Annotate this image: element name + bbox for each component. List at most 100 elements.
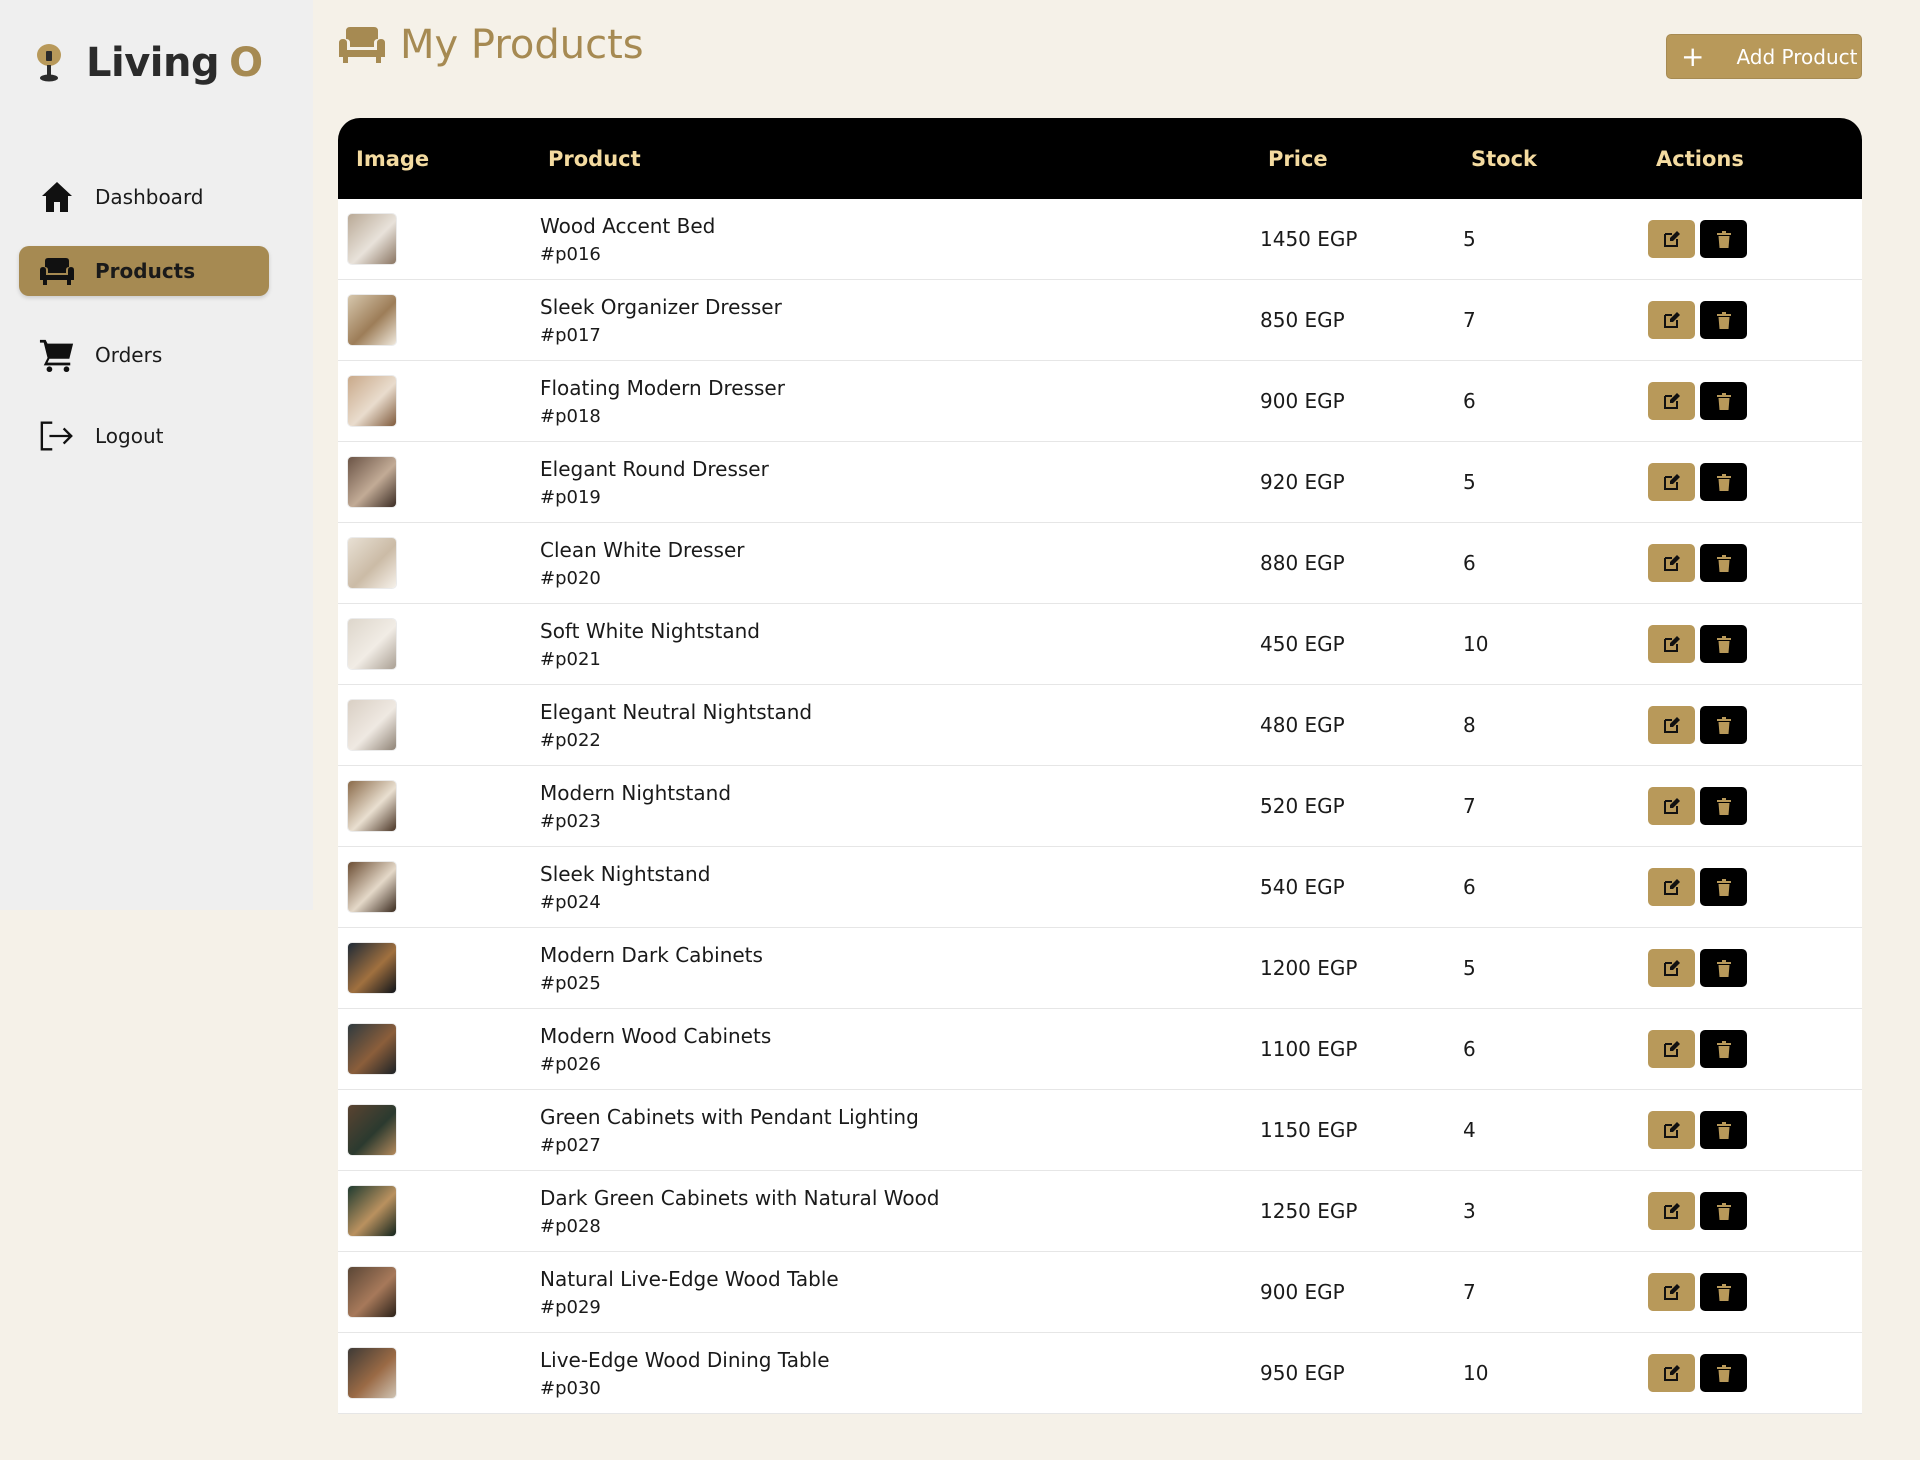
trash-icon xyxy=(1716,716,1731,734)
table-row: Wood Accent Bed #p016 1450 EGP 5 xyxy=(338,199,1862,280)
edit-button[interactable] xyxy=(1648,1273,1695,1311)
actions-cell xyxy=(1648,928,1752,1008)
delete-button[interactable] xyxy=(1700,1192,1747,1230)
edit-button[interactable] xyxy=(1648,301,1695,339)
product-cell: Elegant Round Dresser #p019 xyxy=(540,442,769,522)
product-thumbnail xyxy=(348,1024,396,1074)
actions-cell xyxy=(1648,1333,1752,1413)
edit-button[interactable] xyxy=(1648,1354,1695,1392)
product-cell: Soft White Nightstand #p021 xyxy=(540,604,760,684)
trash-icon xyxy=(1716,311,1731,329)
table-row: Green Cabinets with Pendant Lighting #p0… xyxy=(338,1090,1862,1171)
product-name: Natural Live-Edge Wood Table xyxy=(540,1266,839,1291)
edit-button[interactable] xyxy=(1648,382,1695,420)
sidebar: Living O Dashboard Products Orders Logou… xyxy=(0,0,313,910)
lamp-icon xyxy=(37,44,61,82)
edit-button[interactable] xyxy=(1648,949,1695,987)
actions-cell xyxy=(1648,361,1752,441)
sidebar-item-logout[interactable]: Logout xyxy=(19,411,269,461)
edit-button[interactable] xyxy=(1648,1192,1695,1230)
product-id: #p025 xyxy=(540,972,601,994)
image-cell xyxy=(348,442,396,522)
sidebar-item-orders[interactable]: Orders xyxy=(19,330,269,380)
image-cell xyxy=(348,1252,396,1332)
delete-button[interactable] xyxy=(1700,301,1747,339)
product-id: #p018 xyxy=(540,405,601,427)
stock-cell: 6 xyxy=(1463,875,1476,899)
price-cell: 950 EGP xyxy=(1260,1361,1345,1385)
edit-button[interactable] xyxy=(1648,220,1695,258)
stock-cell: 6 xyxy=(1463,551,1476,575)
edit-button[interactable] xyxy=(1648,625,1695,663)
logout-icon xyxy=(39,418,75,454)
delete-button[interactable] xyxy=(1700,949,1747,987)
product-id: #p026 xyxy=(540,1053,601,1075)
delete-button[interactable] xyxy=(1700,787,1747,825)
trash-icon xyxy=(1716,1364,1731,1382)
delete-button[interactable] xyxy=(1700,544,1747,582)
edit-button[interactable] xyxy=(1648,868,1695,906)
delete-button[interactable] xyxy=(1700,625,1747,663)
product-id: #p027 xyxy=(540,1134,601,1156)
delete-button[interactable] xyxy=(1700,868,1747,906)
edit-button[interactable] xyxy=(1648,1030,1695,1068)
trash-icon xyxy=(1716,878,1731,896)
image-cell xyxy=(348,1171,396,1251)
actions-cell xyxy=(1648,1009,1752,1089)
trash-icon xyxy=(1716,635,1731,653)
image-cell xyxy=(348,199,396,279)
edit-button[interactable] xyxy=(1648,1111,1695,1149)
table-row: Soft White Nightstand #p021 450 EGP 10 xyxy=(338,604,1862,685)
delete-button[interactable] xyxy=(1700,1354,1747,1392)
image-cell xyxy=(348,523,396,603)
edit-icon xyxy=(1663,393,1680,409)
add-product-button[interactable]: + Add Product xyxy=(1666,34,1862,79)
price-cell: 1450 EGP xyxy=(1260,227,1358,251)
edit-button[interactable] xyxy=(1648,787,1695,825)
delete-button[interactable] xyxy=(1700,463,1747,501)
stock-cell: 5 xyxy=(1463,956,1476,980)
table-row: Natural Live-Edge Wood Table #p029 900 E… xyxy=(338,1252,1862,1333)
price-cell: 450 EGP xyxy=(1260,632,1345,656)
product-cell: Live-Edge Wood Dining Table #p030 xyxy=(540,1333,830,1413)
brand-logo[interactable]: Living O xyxy=(32,40,263,86)
product-id: #p030 xyxy=(540,1377,601,1399)
sidebar-item-products[interactable]: Products xyxy=(19,246,269,296)
actions-cell xyxy=(1648,604,1752,684)
brand-name: Living xyxy=(86,40,220,86)
delete-button[interactable] xyxy=(1700,1111,1747,1149)
sidebar-item-dashboard[interactable]: Dashboard xyxy=(19,172,269,222)
home-icon xyxy=(39,179,75,215)
delete-button[interactable] xyxy=(1700,220,1747,258)
table-body: Wood Accent Bed #p016 1450 EGP 5 Sleek O… xyxy=(338,199,1862,1414)
column-header-stock: Stock xyxy=(1471,146,1538,171)
edit-icon xyxy=(1663,636,1680,652)
product-id: #p028 xyxy=(540,1215,601,1237)
trash-icon xyxy=(1716,959,1731,977)
delete-button[interactable] xyxy=(1700,382,1747,420)
product-thumbnail xyxy=(348,862,396,912)
product-id: #p016 xyxy=(540,243,601,265)
page-title: My Products xyxy=(400,22,644,68)
edit-button[interactable] xyxy=(1648,706,1695,744)
product-cell: Dark Green Cabinets with Natural Wood #p… xyxy=(540,1171,940,1251)
column-header-price: Price xyxy=(1268,146,1328,171)
product-thumbnail xyxy=(348,376,396,426)
column-header-image: Image xyxy=(356,146,430,171)
stock-cell: 10 xyxy=(1463,1361,1489,1385)
delete-button[interactable] xyxy=(1700,1030,1747,1068)
edit-button[interactable] xyxy=(1648,544,1695,582)
edit-button[interactable] xyxy=(1648,463,1695,501)
actions-cell xyxy=(1648,766,1752,846)
product-thumbnail xyxy=(348,1348,396,1398)
edit-icon xyxy=(1663,555,1680,571)
product-name: Clean White Dresser xyxy=(540,537,745,562)
trash-icon xyxy=(1716,230,1731,248)
image-cell xyxy=(348,766,396,846)
actions-cell xyxy=(1648,1171,1752,1251)
stock-cell: 7 xyxy=(1463,794,1476,818)
edit-icon xyxy=(1663,960,1680,976)
price-cell: 880 EGP xyxy=(1260,551,1345,575)
delete-button[interactable] xyxy=(1700,706,1747,744)
delete-button[interactable] xyxy=(1700,1273,1747,1311)
